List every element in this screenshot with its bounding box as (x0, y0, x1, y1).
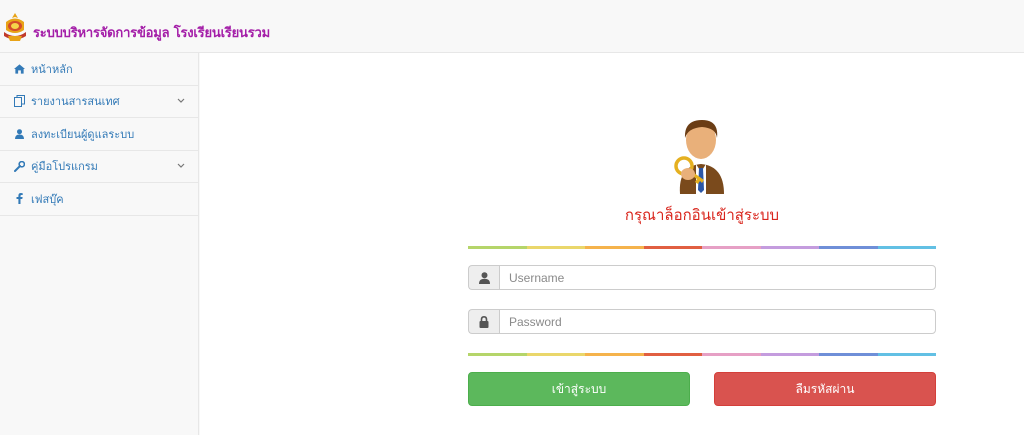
wrench-icon (12, 160, 26, 172)
sidebar-item-label: เฟสบุ๊ค (31, 192, 64, 206)
facebook-icon (12, 193, 26, 205)
user-key-avatar-icon (674, 120, 724, 194)
user-icon (12, 128, 26, 139)
password-input-group (468, 309, 936, 334)
chevron-down-icon[interactable] (176, 161, 186, 171)
sidebar-item-register-admin[interactable]: ลงทะเบียนผู้ดูแลระบบ (0, 118, 198, 151)
sidebar-item-label: คู่มือโปรแกรม (31, 160, 98, 174)
username-input[interactable] (499, 265, 936, 290)
top-navbar: ระบบบริหารจัดการข้อมูล โรงเรียนเรียนรวม (0, 0, 1024, 53)
login-heading: กรุณาล็อกอินเข้าสู่ระบบ (624, 206, 780, 224)
sidebar-item-facebook[interactable]: เฟสบุ๊ค (0, 183, 198, 216)
sidebar-nav: หน้าหลัก รายงานสารสนเทศ ลงทะเบียนผู้ดูแล… (0, 53, 199, 435)
sidebar-item-reports[interactable]: รายงานสารสนเทศ (0, 86, 198, 118)
rainbow-divider (468, 353, 936, 356)
sidebar-item-label: รายงานสารสนเทศ (31, 95, 120, 109)
sidebar-item-home[interactable]: หน้าหลัก (0, 53, 198, 86)
lock-icon (468, 309, 499, 334)
forgot-password-button[interactable]: ลืมรหัสผ่าน (714, 372, 936, 406)
login-button[interactable]: เข้าสู่ระบบ (468, 372, 690, 406)
sidebar-item-manual[interactable]: คู่มือโปรแกรม (0, 151, 198, 183)
username-input-group (468, 265, 936, 290)
copy-icon (12, 95, 26, 108)
sidebar-item-label: ลงทะเบียนผู้ดูแลระบบ (31, 127, 135, 141)
sidebar-item-label: หน้าหลัก (31, 62, 73, 76)
password-input[interactable] (499, 309, 936, 334)
chevron-down-icon[interactable] (176, 96, 186, 106)
rainbow-divider (468, 246, 936, 249)
user-icon (468, 265, 499, 290)
app-title[interactable]: ระบบบริหารจัดการข้อมูล โรงเรียนเรียนรวม (33, 22, 270, 43)
home-icon (12, 64, 26, 74)
school-emblem-icon[interactable] (2, 12, 28, 44)
